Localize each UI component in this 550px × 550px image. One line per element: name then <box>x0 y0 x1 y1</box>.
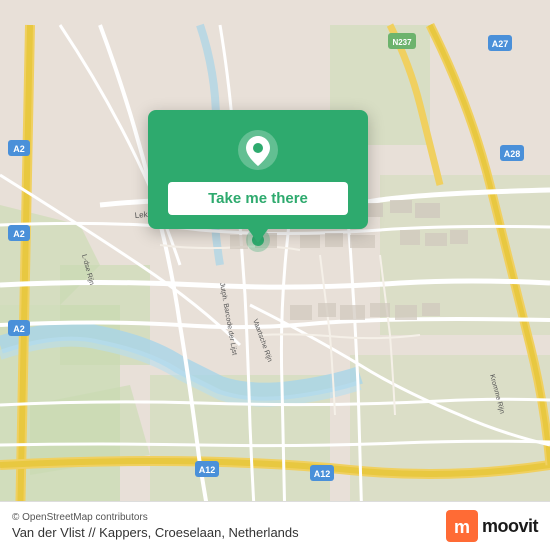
svg-text:A27: A27 <box>492 39 509 49</box>
moovit-brand-text: moovit <box>482 516 538 537</box>
moovit-logo: m moovit <box>446 510 538 542</box>
svg-text:A12: A12 <box>199 465 216 475</box>
attribution-text: © OpenStreetMap contributors <box>12 512 299 523</box>
svg-text:A2: A2 <box>13 229 25 239</box>
popup-card: Take me there <box>148 110 368 229</box>
location-pin-icon <box>236 128 280 172</box>
svg-text:Lek: Lek <box>134 210 149 220</box>
location-name: Van der Vlist // Kappers, Croeselaan, Ne… <box>12 525 299 540</box>
svg-text:A2: A2 <box>13 144 25 154</box>
svg-text:A2: A2 <box>13 324 25 334</box>
bottom-bar: © OpenStreetMap contributors Van der Vli… <box>0 501 550 550</box>
svg-text:m: m <box>454 517 470 537</box>
take-me-there-button[interactable]: Take me there <box>168 182 348 215</box>
svg-text:A28: A28 <box>504 149 521 159</box>
moovit-icon: m <box>446 510 478 542</box>
svg-text:N237: N237 <box>392 38 412 47</box>
bottom-left-info: © OpenStreetMap contributors Van der Vli… <box>12 512 299 540</box>
svg-text:A12: A12 <box>314 469 331 479</box>
map-container: A2 A2 A2 A12 A12 A27 A28 N237 Lek L-dse … <box>0 0 550 550</box>
map-svg: A2 A2 A2 A12 A12 A27 A28 N237 Lek L-dse … <box>0 0 550 550</box>
